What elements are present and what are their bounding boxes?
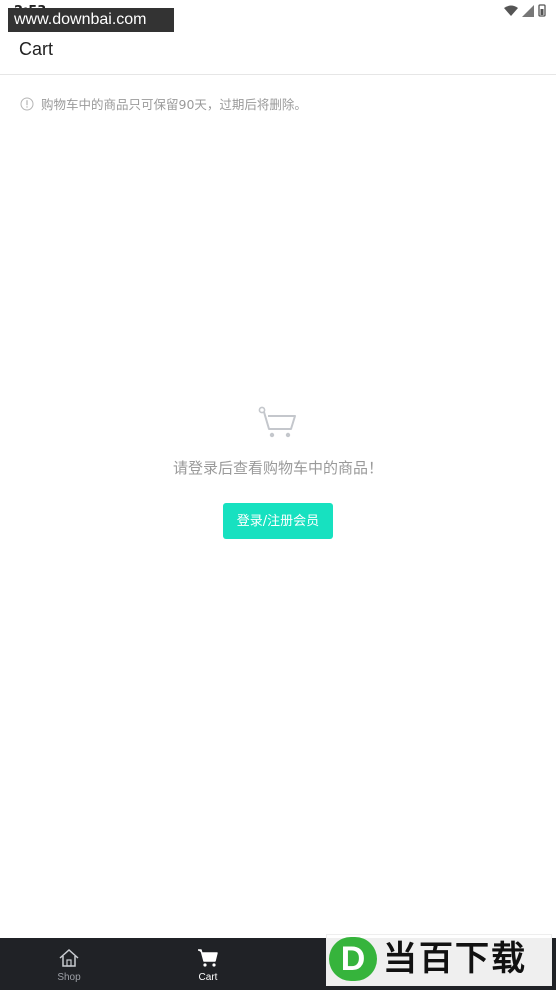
info-icon <box>20 97 34 110</box>
page-title: Cart <box>19 39 54 59</box>
empty-cart-state: 请登录后查看购物车中的商品！ <box>0 405 556 478</box>
app-header: Cart <box>0 28 556 75</box>
login-register-button[interactable]: 登录/注册会员 <box>223 503 333 539</box>
cart-icon <box>198 949 218 967</box>
battery-icon <box>538 4 546 17</box>
nav-label-shop: Shop <box>57 972 81 983</box>
cart-icon <box>258 406 296 438</box>
nav-item-shop[interactable]: Shop <box>34 938 104 990</box>
nav-item-cart[interactable]: Cart <box>173 938 243 990</box>
status-icons <box>504 4 546 17</box>
notice-text: 购物车中的商品只可保留90天，过期后将删除。 <box>41 97 307 112</box>
logo-badge: D <box>329 937 377 981</box>
signal-icon <box>522 4 534 17</box>
empty-message: 请登录后查看购物车中的商品！ <box>172 459 383 477</box>
wifi-icon <box>504 5 518 16</box>
nav-label-cart: Cart <box>198 972 218 983</box>
cart-notice: 购物车中的商品只可保留90天，过期后将删除。 <box>20 94 307 113</box>
site-logo-watermark: D 当百下载 <box>326 934 552 986</box>
logo-text: 当百下载 <box>383 939 527 979</box>
home-icon <box>59 948 79 967</box>
